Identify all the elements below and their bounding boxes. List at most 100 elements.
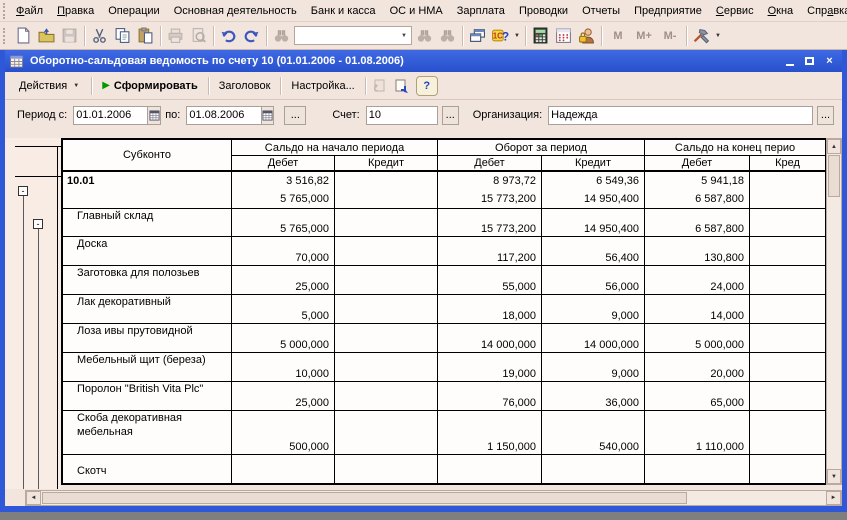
- column-group-opening-balance[interactable]: Сальдо на начало периода: [232, 140, 438, 156]
- minimize-button[interactable]: [781, 54, 798, 69]
- menu-зарплата[interactable]: Зарплата: [450, 2, 512, 20]
- table-row[interactable]: Доска70,000117,20056,400130,800: [63, 237, 826, 266]
- organization-more-button[interactable]: ...: [817, 106, 834, 125]
- table-row[interactable]: Лак декоративный5,00018,0009,00014,000: [63, 295, 826, 324]
- account-label: Счет:: [332, 109, 359, 121]
- period-from-input[interactable]: [74, 109, 147, 121]
- copy-icon[interactable]: [111, 25, 134, 47]
- horizontal-scroll-thumb[interactable]: [42, 492, 687, 504]
- menu-отчеты[interactable]: Отчеты: [575, 2, 627, 20]
- menu-операции[interactable]: Операции: [101, 2, 166, 20]
- search-combobox[interactable]: ▼: [294, 26, 412, 45]
- period-to-field[interactable]: [186, 106, 274, 125]
- table-row[interactable]: Мебельный щит (береза)10,00019,0009,0002…: [63, 353, 826, 382]
- table-row[interactable]: Лоза ивы прутовидной5 000,00014 000,0001…: [63, 324, 826, 353]
- column-header-subconto[interactable]: Субконто: [63, 140, 232, 170]
- chevron-down-icon[interactable]: ▼: [512, 33, 522, 39]
- account-field[interactable]: [366, 106, 438, 125]
- chevron-down-icon[interactable]: ▼: [713, 33, 723, 39]
- organization-input[interactable]: [549, 109, 812, 121]
- generate-button[interactable]: ▶ Сформировать: [94, 76, 206, 96]
- scroll-left-icon[interactable]: ◄: [26, 491, 41, 505]
- toolbar-grip-handle[interactable]: [3, 28, 8, 44]
- tools-icon[interactable]: [690, 25, 713, 47]
- value-cell: 14,000: [645, 295, 750, 323]
- cut-icon[interactable]: [88, 25, 111, 47]
- redo-icon[interactable]: [240, 25, 263, 47]
- undo-icon[interactable]: [217, 25, 240, 47]
- paste-icon[interactable]: [134, 25, 157, 47]
- organization-field[interactable]: [548, 106, 813, 125]
- column-header-credit[interactable]: Кредит: [335, 156, 438, 170]
- cell-value: 1 150,000: [438, 440, 541, 454]
- vertical-scroll-track[interactable]: [827, 198, 841, 469]
- menu-проводки[interactable]: Проводки: [512, 2, 575, 20]
- cell-value: [542, 411, 644, 425]
- search-combobox-input[interactable]: [295, 30, 393, 42]
- cell-value: [750, 353, 825, 367]
- column-group-period-turnover[interactable]: Оборот за период: [438, 140, 645, 156]
- open-icon[interactable]: [35, 25, 58, 47]
- menu-основная-деятельность[interactable]: Основная деятельность: [167, 2, 304, 20]
- close-button[interactable]: ×: [821, 54, 838, 69]
- calendar-picker-icon[interactable]: [147, 107, 160, 124]
- vertical-scroll-thumb[interactable]: [828, 155, 840, 197]
- menu-банк-и-касса[interactable]: Банк и касса: [304, 2, 383, 20]
- calendar-icon[interactable]: [552, 25, 575, 47]
- scroll-up-icon[interactable]: ▲: [827, 139, 841, 154]
- cell-value: [335, 338, 437, 352]
- header-button[interactable]: Заголовок: [211, 76, 279, 96]
- scroll-right-icon[interactable]: ►: [826, 491, 841, 505]
- menu-сервис[interactable]: Сервис: [709, 2, 761, 20]
- chevron-down-icon[interactable]: ▼: [397, 33, 411, 39]
- column-header-debit[interactable]: Дебет: [645, 156, 750, 170]
- window-titlebar[interactable]: Оборотно-сальдовая ведомость по счету 10…: [5, 50, 842, 72]
- help-1c-icon[interactable]: 1С?: [489, 25, 512, 47]
- table-row[interactable]: Поролон "British Vita Plc"25,00076,00036…: [63, 382, 826, 411]
- save-settings-icon[interactable]: [390, 76, 412, 96]
- horizontal-scrollbar[interactable]: ◄ ►: [25, 490, 842, 506]
- period-to-input[interactable]: [187, 109, 260, 121]
- menu-ос-и-нма[interactable]: ОС и НМА: [383, 2, 450, 20]
- column-header-debit[interactable]: Дебет: [438, 156, 542, 170]
- menubar-grip-handle[interactable]: [3, 3, 5, 19]
- collapse-group-button[interactable]: -: [18, 186, 28, 196]
- windows-icon[interactable]: [466, 25, 489, 47]
- column-header-credit[interactable]: Кред: [750, 156, 826, 170]
- horizontal-scroll-track[interactable]: [688, 491, 826, 505]
- scroll-down-icon[interactable]: ▼: [827, 469, 841, 484]
- calculator-icon[interactable]: [529, 25, 552, 47]
- maximize-button[interactable]: [801, 54, 818, 69]
- settings-button[interactable]: Настройка...: [283, 76, 362, 96]
- toolbar-separator: [84, 26, 85, 46]
- menu-правка[interactable]: Правка: [50, 2, 101, 20]
- account-more-button[interactable]: ...: [442, 106, 459, 125]
- account-input[interactable]: [367, 109, 437, 121]
- column-group-closing-balance[interactable]: Сальдо на конец перио: [645, 140, 826, 156]
- period-more-button[interactable]: ...: [284, 106, 306, 125]
- vertical-scrollbar[interactable]: ▲ ▼: [826, 138, 842, 485]
- help-button[interactable]: ?: [416, 76, 438, 96]
- new-document-icon[interactable]: [12, 25, 35, 47]
- print-preview-icon: [187, 25, 210, 47]
- cell-value: [232, 324, 334, 338]
- menu-справка[interactable]: Справка: [800, 2, 847, 20]
- value-cell: [750, 353, 826, 381]
- user-lock-icon[interactable]: [575, 25, 598, 47]
- menu-предприятие[interactable]: Предприятие: [627, 2, 709, 20]
- table-row[interactable]: Скоба декоративнаямебельная500,0001 150,…: [63, 411, 826, 455]
- actions-menu-button[interactable]: Действия ▼: [11, 76, 89, 96]
- restore-settings-icon[interactable]: [368, 76, 390, 96]
- table-row[interactable]: Скотч: [63, 455, 826, 485]
- calendar-picker-icon[interactable]: [261, 107, 274, 124]
- table-row[interactable]: Главный склад5 765,00015 773,20014 950,4…: [63, 209, 826, 237]
- collapse-group-button[interactable]: -: [33, 219, 43, 229]
- cell-value: 55,000: [438, 280, 541, 294]
- table-row[interactable]: Заготовка для полозьев25,00055,00056,000…: [63, 266, 826, 295]
- column-header-credit[interactable]: Кредит: [542, 156, 645, 170]
- period-from-field[interactable]: [73, 106, 161, 125]
- menu-окна[interactable]: Окна: [761, 2, 801, 20]
- column-header-debit[interactable]: Дебет: [232, 156, 335, 170]
- table-row[interactable]: 10.013 516,825 765,0008 973,7215 773,200…: [63, 172, 826, 209]
- menu-файл[interactable]: Файл: [9, 2, 50, 20]
